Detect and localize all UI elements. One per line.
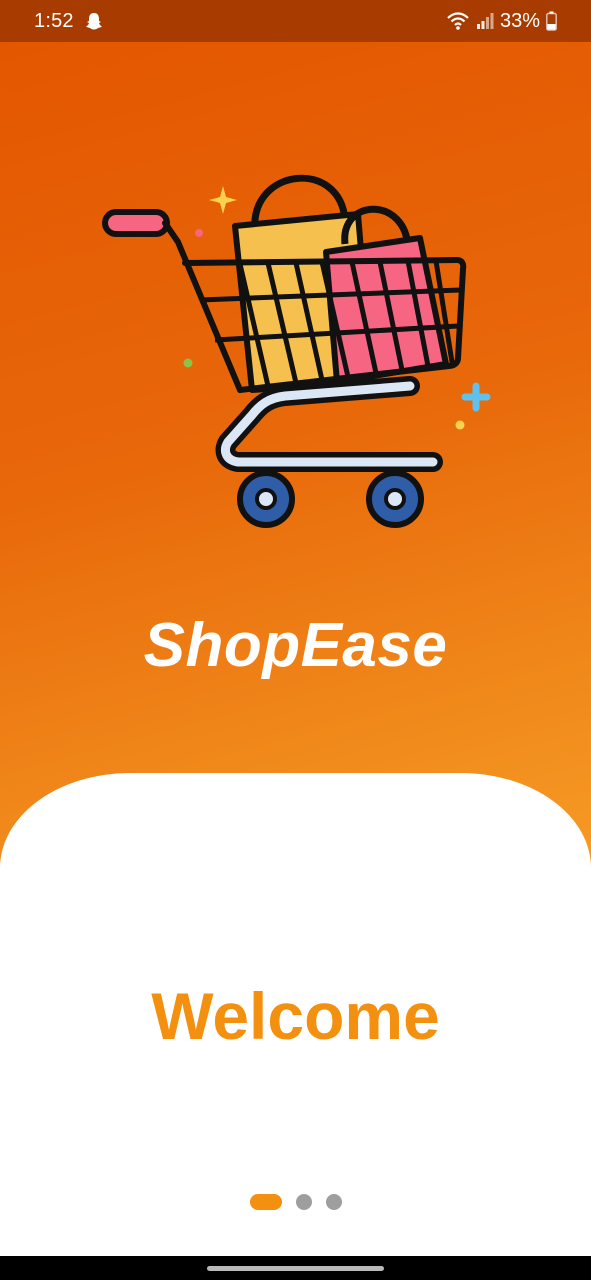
- navigation-bar: [0, 1256, 591, 1280]
- shopping-cart-with-bags-icon: [102, 174, 491, 528]
- sparkle-icon: [209, 186, 237, 214]
- sparkle-dot: [195, 229, 203, 237]
- brand-name: ShopEase: [143, 611, 448, 680]
- page-indicator: [0, 1194, 591, 1210]
- welcome-title: Welcome: [151, 979, 440, 1053]
- page-dot[interactable]: [295, 1194, 312, 1210]
- signal-icon: [476, 13, 494, 29]
- plus-sparkle-icon: [461, 382, 491, 412]
- sparkle-dot: [183, 358, 193, 368]
- page-dot[interactable]: [325, 1194, 342, 1210]
- cart-handle: [102, 209, 170, 237]
- snapchat-ghost-icon: [85, 13, 102, 30]
- welcome-card: Welcome: [0, 773, 591, 1263]
- status-time: 1:52: [34, 9, 74, 32]
- battery-icon: [546, 11, 557, 31]
- page-dot-active[interactable]: [249, 1194, 282, 1210]
- status-bar: 1:52 33%: [0, 0, 591, 42]
- battery-percent: 33%: [499, 9, 540, 32]
- wifi-icon: [447, 12, 469, 30]
- sparkle-dot: [455, 420, 465, 430]
- splash-screen: 1:52 33% ShopEase Welcome: [0, 0, 591, 1280]
- home-gesture-handle[interactable]: [207, 1266, 384, 1271]
